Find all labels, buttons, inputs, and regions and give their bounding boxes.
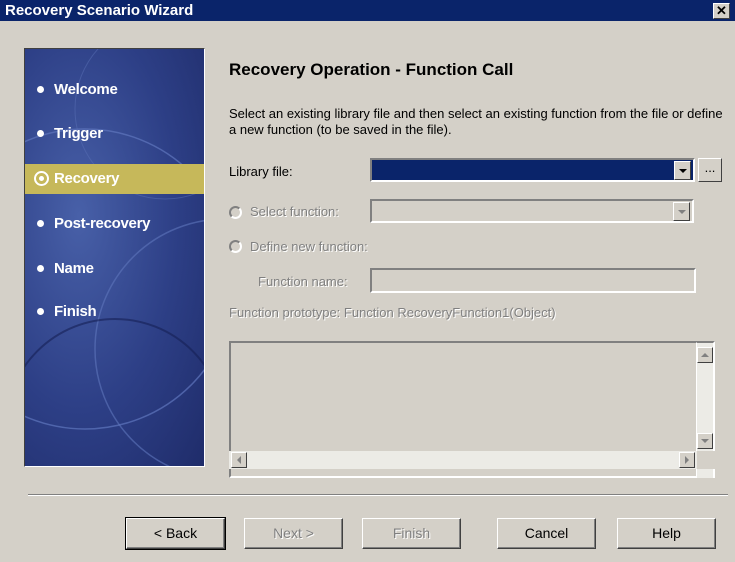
page-heading: Recovery Operation - Function Call <box>229 60 514 79</box>
cancel-button[interactable]: Cancel <box>497 518 596 549</box>
step-welcome: Welcome <box>25 75 204 105</box>
horizontal-scrollbar[interactable] <box>229 451 697 469</box>
scrollbar-corner <box>697 451 715 469</box>
step-label: Recovery <box>54 170 120 187</box>
finish-button[interactable]: Finish <box>362 518 461 549</box>
arrow-down-icon <box>701 439 709 443</box>
step-name: Name <box>25 254 204 284</box>
chevron-down-icon <box>679 169 687 173</box>
select-function-radio[interactable] <box>229 206 242 219</box>
step-bullet-icon <box>37 308 44 315</box>
step-label: Trigger <box>54 125 103 142</box>
chevron-down-icon <box>678 210 686 214</box>
step-finish: Finish <box>25 297 204 327</box>
select-function-dropdown-button[interactable] <box>673 202 690 221</box>
scroll-right-button[interactable] <box>679 452 695 468</box>
step-bullet-icon <box>37 265 44 272</box>
current-step-icon <box>34 171 49 186</box>
function-name-label: Function name: <box>258 274 348 289</box>
help-button[interactable]: Help <box>617 518 716 549</box>
step-recovery: Recovery <box>25 164 204 194</box>
browse-library-button[interactable]: ... <box>698 158 722 182</box>
function-name-input[interactable] <box>370 268 696 293</box>
window-title: Recovery Scenario Wizard <box>5 2 194 19</box>
select-function-combo[interactable] <box>370 199 694 223</box>
library-file-label: Library file: <box>229 164 293 179</box>
step-label: Name <box>54 260 94 277</box>
arrow-left-icon <box>237 456 241 464</box>
select-function-label: Select function: <box>250 204 339 219</box>
next-button[interactable]: Next > <box>244 518 343 549</box>
define-new-function-radio[interactable] <box>229 240 242 253</box>
arrow-right-icon <box>685 456 689 464</box>
scroll-down-button[interactable] <box>697 433 713 449</box>
step-label: Post-recovery <box>54 215 151 232</box>
arrow-up-icon <box>701 353 709 357</box>
footer-separator <box>28 494 728 496</box>
scroll-left-button[interactable] <box>231 452 247 468</box>
step-label: Finish <box>54 303 97 320</box>
wizard-steps-sidebar: Welcome Trigger Recovery Post-recovery N… <box>24 48 205 467</box>
back-button[interactable]: < Back <box>125 517 226 550</box>
library-file-combo[interactable] <box>370 158 695 182</box>
step-trigger: Trigger <box>25 119 204 149</box>
step-post-recovery: Post-recovery <box>25 209 204 239</box>
step-bullet-icon <box>37 86 44 93</box>
function-prototype-text: Function prototype: Function RecoveryFun… <box>229 305 556 320</box>
close-icon: ✕ <box>716 3 727 18</box>
title-bar: Recovery Scenario Wizard ✕ <box>0 0 735 22</box>
scroll-up-button[interactable] <box>697 347 713 363</box>
define-new-function-label: Define new function: <box>250 239 368 254</box>
step-label: Welcome <box>54 81 118 98</box>
close-button[interactable]: ✕ <box>713 3 730 19</box>
step-bullet-icon <box>37 130 44 137</box>
step-bullet-icon <box>37 220 44 227</box>
page-description: Select an existing library file and then… <box>229 106 723 137</box>
library-file-dropdown-button[interactable] <box>674 161 691 180</box>
